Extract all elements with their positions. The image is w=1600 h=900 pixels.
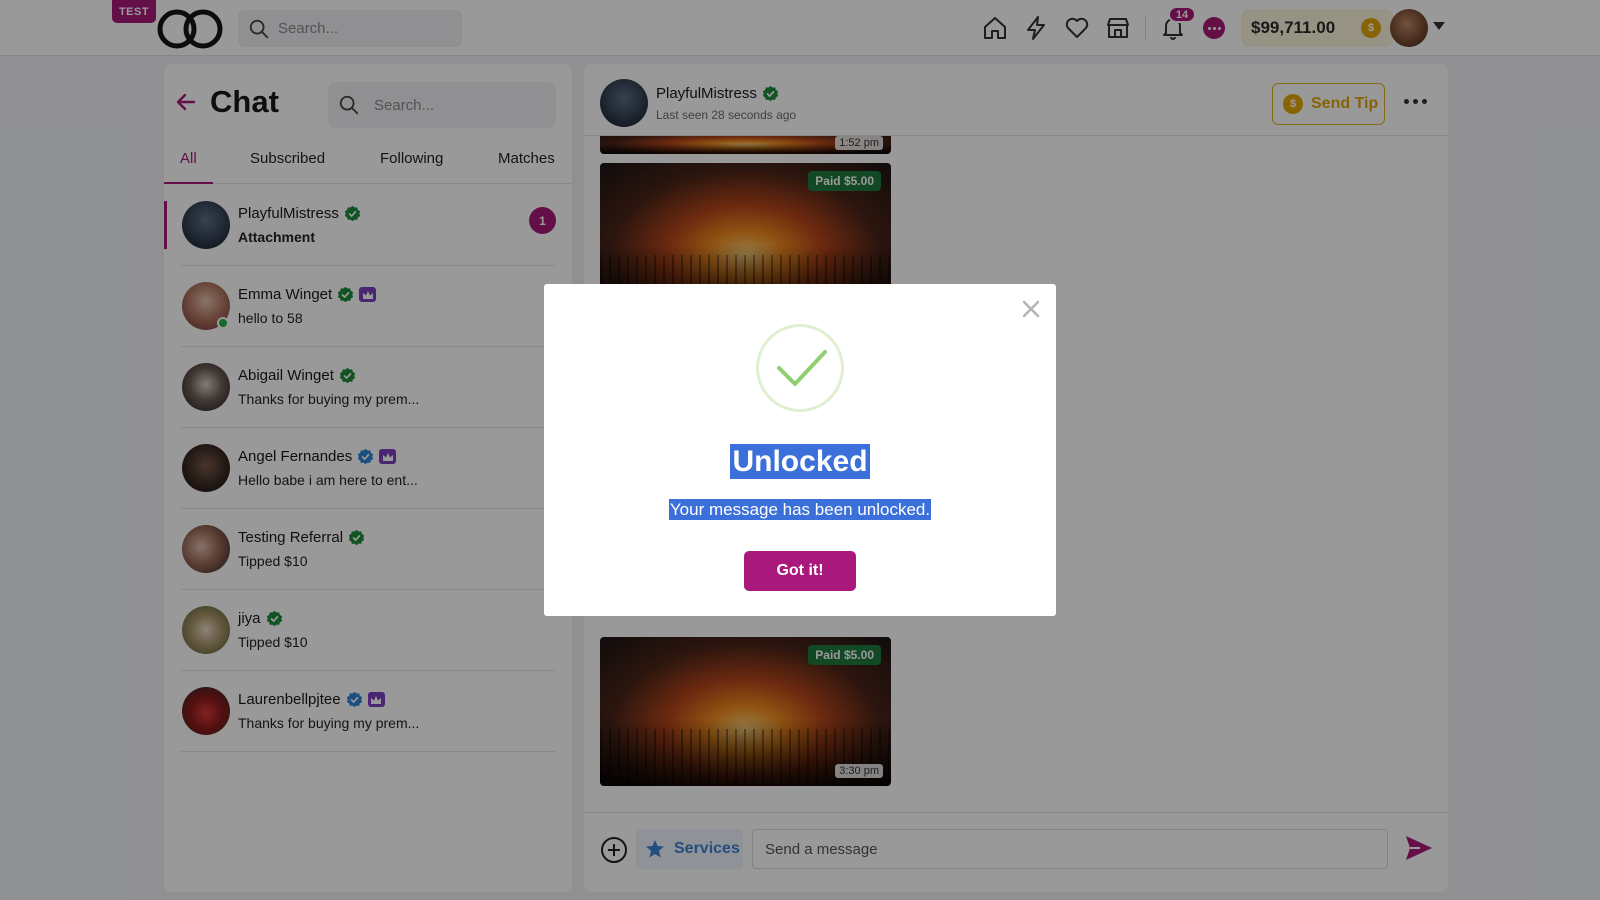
checkmark-icon [777,350,827,386]
got-it-button[interactable]: Got it! [744,551,856,591]
unlocked-dialog: Unlocked Your message has been unlocked.… [544,284,1056,616]
close-icon[interactable] [1020,298,1042,320]
dialog-message: Your message has been unlocked. [668,499,932,520]
dialog-title: Unlocked [730,444,870,479]
dialog-title-row: Unlocked [544,444,1056,479]
dialog-message-row: Your message has been unlocked. [544,499,1056,520]
